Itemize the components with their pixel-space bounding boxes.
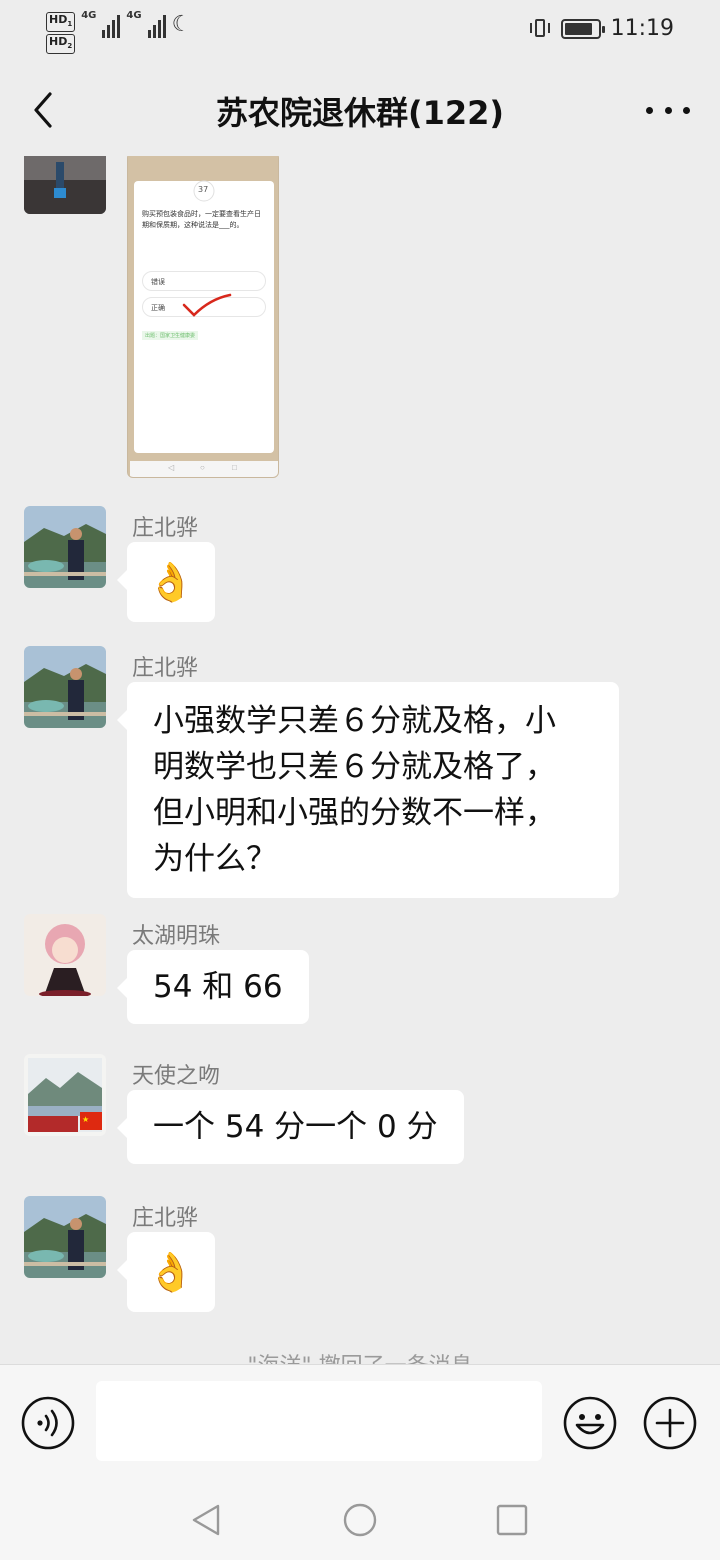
sender-name: 庄北骅: [132, 1206, 199, 1231]
quiz-question: 购买预包装食品时，一定要查看生产日期和保质期，这种说法是___的。: [142, 210, 261, 229]
quiz-screenshot-image[interactable]: 37 购买预包装食品时，一定要查看生产日期和保质期，这种说法是___的。 错误 …: [127, 156, 279, 478]
message-text-line: 小强数学只差６分就及格，小: [153, 703, 556, 739]
home-nav-icon: ○: [200, 463, 205, 472]
sender-name: 天使之吻: [132, 1064, 221, 1089]
quiz-tag: 出题：国家卫生健康委: [142, 331, 199, 340]
plus-icon: [643, 1396, 697, 1450]
emoji-button[interactable]: [562, 1395, 618, 1451]
chat-header: 苏农院退休群(122): [0, 62, 720, 156]
message-bubble[interactable]: 54 和 66: [117, 950, 309, 1024]
message-bubble[interactable]: 👌: [117, 542, 215, 622]
square-recents-icon: [496, 1504, 528, 1536]
status-time: 11:19: [610, 16, 674, 41]
system-recents-button[interactable]: [492, 1500, 532, 1540]
sender-name: 太湖明珠: [132, 924, 221, 949]
voice-icon: [21, 1396, 75, 1450]
more-options-button[interactable]: [646, 90, 690, 130]
quiz-number: 37: [198, 185, 209, 194]
recall-notice: "海洋" 撤回了一条消息: [0, 1348, 720, 1364]
message-input[interactable]: [96, 1381, 542, 1461]
system-home-button[interactable]: [340, 1500, 380, 1540]
battery-icon: [560, 18, 605, 39]
svg-text:★: ★: [82, 1115, 89, 1124]
message-text-line: 明数学也只差６分就及格了，: [153, 749, 556, 785]
input-bar: [0, 1364, 720, 1478]
checkmark-icon: [182, 293, 232, 317]
ok-hand-emoji: 👌: [147, 560, 195, 604]
system-navigation-bar: [0, 1478, 720, 1560]
network-type-2: 4G: [126, 10, 142, 21]
triangle-back-icon: [192, 1504, 220, 1536]
smiley-icon: [563, 1396, 617, 1450]
avatar[interactable]: [24, 646, 106, 728]
message-bubble[interactable]: 一个 54 分一个 0 分: [117, 1090, 464, 1164]
signal-icon: [147, 12, 166, 38]
message-text-line: 但小明和小强的分数不一样，: [153, 795, 556, 831]
sender-name: 庄北骅: [132, 656, 199, 681]
vibrate-icon: [529, 17, 551, 41]
status-bar: HD1 HD2 4G 4G ☾ 11:19: [0, 0, 720, 62]
ok-hand-emoji: 👌: [147, 1250, 195, 1294]
network-type-1: 4G: [81, 10, 97, 21]
system-back-button[interactable]: [186, 1500, 226, 1540]
message-text-line: 为什么？: [153, 841, 277, 877]
quiz-option-wrong[interactable]: 错误: [142, 271, 266, 291]
message-text: 54 和 66: [153, 969, 283, 1005]
more-functions-button[interactable]: [642, 1395, 698, 1451]
hd-badge-2: HD2: [46, 34, 76, 55]
moon-icon: ☾: [171, 12, 192, 37]
chat-title: 苏农院退休群(122): [215, 94, 505, 132]
recent-nav-icon: □: [232, 463, 237, 472]
hd-badge-1: HD1: [46, 12, 76, 33]
message-text: 一个 54 分一个 0 分: [153, 1109, 438, 1145]
voice-input-button[interactable]: [20, 1395, 76, 1451]
avatar[interactable]: [24, 1196, 106, 1278]
signal-icon: [102, 12, 121, 38]
avatar[interactable]: [24, 914, 106, 996]
message-bubble[interactable]: 小强数学只差６分就及格，小 明数学也只差６分就及格了， 但小明和小强的分数不一样…: [117, 682, 619, 898]
message-bubble[interactable]: 👌: [117, 1232, 215, 1312]
sender-name: 庄北骅: [132, 516, 199, 541]
circle-home-icon: [343, 1503, 377, 1537]
avatar[interactable]: ★: [24, 1054, 106, 1136]
back-nav-icon: ◁: [168, 463, 175, 472]
avatar[interactable]: [24, 156, 106, 214]
message-list[interactable]: 37 购买预包装食品时，一定要查看生产日期和保质期，这种说法是___的。 错误 …: [0, 156, 720, 1364]
avatar[interactable]: [24, 506, 106, 588]
